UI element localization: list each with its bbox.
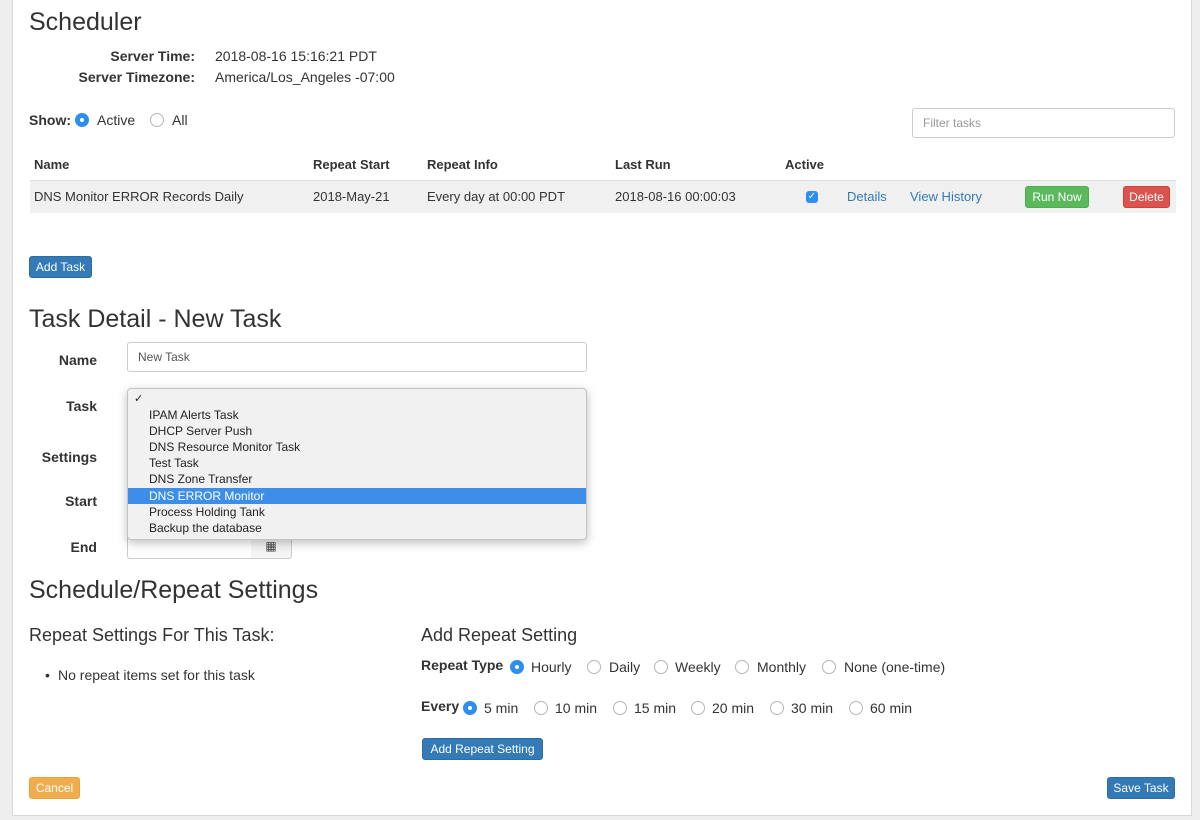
every-20-label[interactable]: 20 min	[712, 700, 754, 716]
server-time-value: 2018-08-16 15:16:21 PDT	[215, 48, 377, 64]
repeat-daily-radio[interactable]	[587, 660, 601, 674]
delete-button[interactable]: Delete	[1123, 186, 1170, 208]
table-row: DNS Monitor ERROR Records Daily 2018-May…	[30, 180, 1176, 213]
repeat-settings-title: Repeat Settings For This Task:	[29, 625, 275, 645]
dropdown-option[interactable]: Process Holding Tank	[128, 504, 586, 520]
show-label: Show:	[29, 112, 71, 128]
task-name-input[interactable]: New Task	[127, 342, 587, 372]
details-link[interactable]: Details	[847, 189, 887, 204]
dropdown-option[interactable]: DNS Resource Monitor Task	[128, 439, 586, 455]
repeat-none-label[interactable]: None (one-time)	[844, 659, 945, 675]
dropdown-option[interactable]: DHCP Server Push	[128, 423, 586, 439]
every-15-label[interactable]: 15 min	[634, 700, 676, 716]
repeat-monthly-radio[interactable]	[735, 660, 749, 674]
repeat-type-label: Repeat Type	[421, 657, 504, 673]
server-time-label: Server Time:	[110, 48, 195, 64]
server-timezone-label: Server Timezone:	[78, 69, 195, 85]
show-all-label[interactable]: All	[172, 112, 188, 128]
bullet: •	[45, 667, 50, 683]
task-name-cell: DNS Monitor ERROR Records Daily	[34, 189, 244, 204]
col-header-last-run: Last Run	[615, 157, 671, 172]
add-repeat-title: Add Repeat Setting	[421, 625, 578, 645]
task-label: Task	[66, 398, 97, 414]
dropdown-option[interactable]: Test Task	[128, 455, 586, 471]
dropdown-option-selected[interactable]: DNS ERROR Monitor	[128, 488, 586, 504]
every-20-radio[interactable]	[691, 701, 705, 715]
repeat-weekly-radio[interactable]	[654, 660, 668, 674]
repeat-daily-label[interactable]: Daily	[609, 659, 640, 675]
show-active-radio[interactable]	[75, 113, 89, 127]
start-label: Start	[65, 493, 97, 509]
task-detail-title: Task Detail - New Task	[29, 305, 282, 333]
save-task-button[interactable]: Save Task	[1107, 777, 1175, 799]
every-5-radio[interactable]	[463, 701, 477, 715]
every-10-label[interactable]: 10 min	[555, 700, 597, 716]
no-repeat-text: No repeat items set for this task	[58, 667, 255, 683]
repeat-hourly-radio[interactable]	[510, 660, 524, 674]
repeat-monthly-label[interactable]: Monthly	[757, 659, 806, 675]
every-5-label[interactable]: 5 min	[484, 700, 518, 716]
active-checkbox[interactable]: ✓	[806, 191, 818, 203]
task-select-dropdown[interactable]: ✓ IPAM Alerts Task DHCP Server Push DNS …	[127, 388, 587, 540]
view-history-link[interactable]: View History	[910, 189, 982, 204]
filter-tasks-input[interactable]: Filter tasks	[912, 108, 1175, 138]
dropdown-option[interactable]: Backup the database	[128, 520, 586, 536]
col-header-active: Active	[785, 157, 825, 172]
last-run-cell: 2018-08-16 00:00:03	[615, 189, 736, 204]
repeat-start-cell: 2018-May-21	[313, 189, 390, 204]
col-header-repeat-info: Repeat Info	[427, 157, 498, 172]
every-15-radio[interactable]	[613, 701, 627, 715]
every-30-radio[interactable]	[770, 701, 784, 715]
scheduler-panel: Scheduler Server Time: 2018-08-16 15:16:…	[12, 0, 1192, 816]
server-timezone-value: America/Los_Angeles -07:00	[215, 69, 395, 85]
end-label: End	[70, 539, 97, 555]
every-label: Every	[421, 698, 460, 714]
every-60-radio[interactable]	[849, 701, 863, 715]
dropdown-option[interactable]: DNS Zone Transfer	[128, 471, 586, 487]
dropdown-check-icon: ✓	[134, 393, 144, 405]
add-task-button[interactable]: Add Task	[29, 256, 92, 278]
schedule-title: Schedule/Repeat Settings	[29, 576, 319, 604]
show-active-label[interactable]: Active	[97, 112, 135, 128]
add-repeat-setting-button[interactable]: Add Repeat Setting	[422, 738, 543, 760]
run-now-button[interactable]: Run Now	[1025, 186, 1089, 208]
every-30-label[interactable]: 30 min	[791, 700, 833, 716]
repeat-weekly-label[interactable]: Weekly	[675, 659, 721, 675]
settings-label: Settings	[41, 449, 97, 465]
repeat-info-cell: Every day at 00:00 PDT	[427, 189, 566, 204]
page-title: Scheduler	[29, 8, 142, 36]
col-header-name: Name	[34, 157, 70, 172]
every-60-label[interactable]: 60 min	[870, 700, 912, 716]
cancel-button[interactable]: Cancel	[29, 777, 80, 799]
col-header-repeat-start: Repeat Start	[313, 157, 390, 172]
every-10-radio[interactable]	[534, 701, 548, 715]
show-all-radio[interactable]	[150, 113, 164, 127]
name-label: Name	[58, 352, 97, 368]
repeat-hourly-label[interactable]: Hourly	[531, 659, 571, 675]
repeat-none-radio[interactable]	[822, 660, 836, 674]
dropdown-option[interactable]: IPAM Alerts Task	[128, 407, 586, 423]
